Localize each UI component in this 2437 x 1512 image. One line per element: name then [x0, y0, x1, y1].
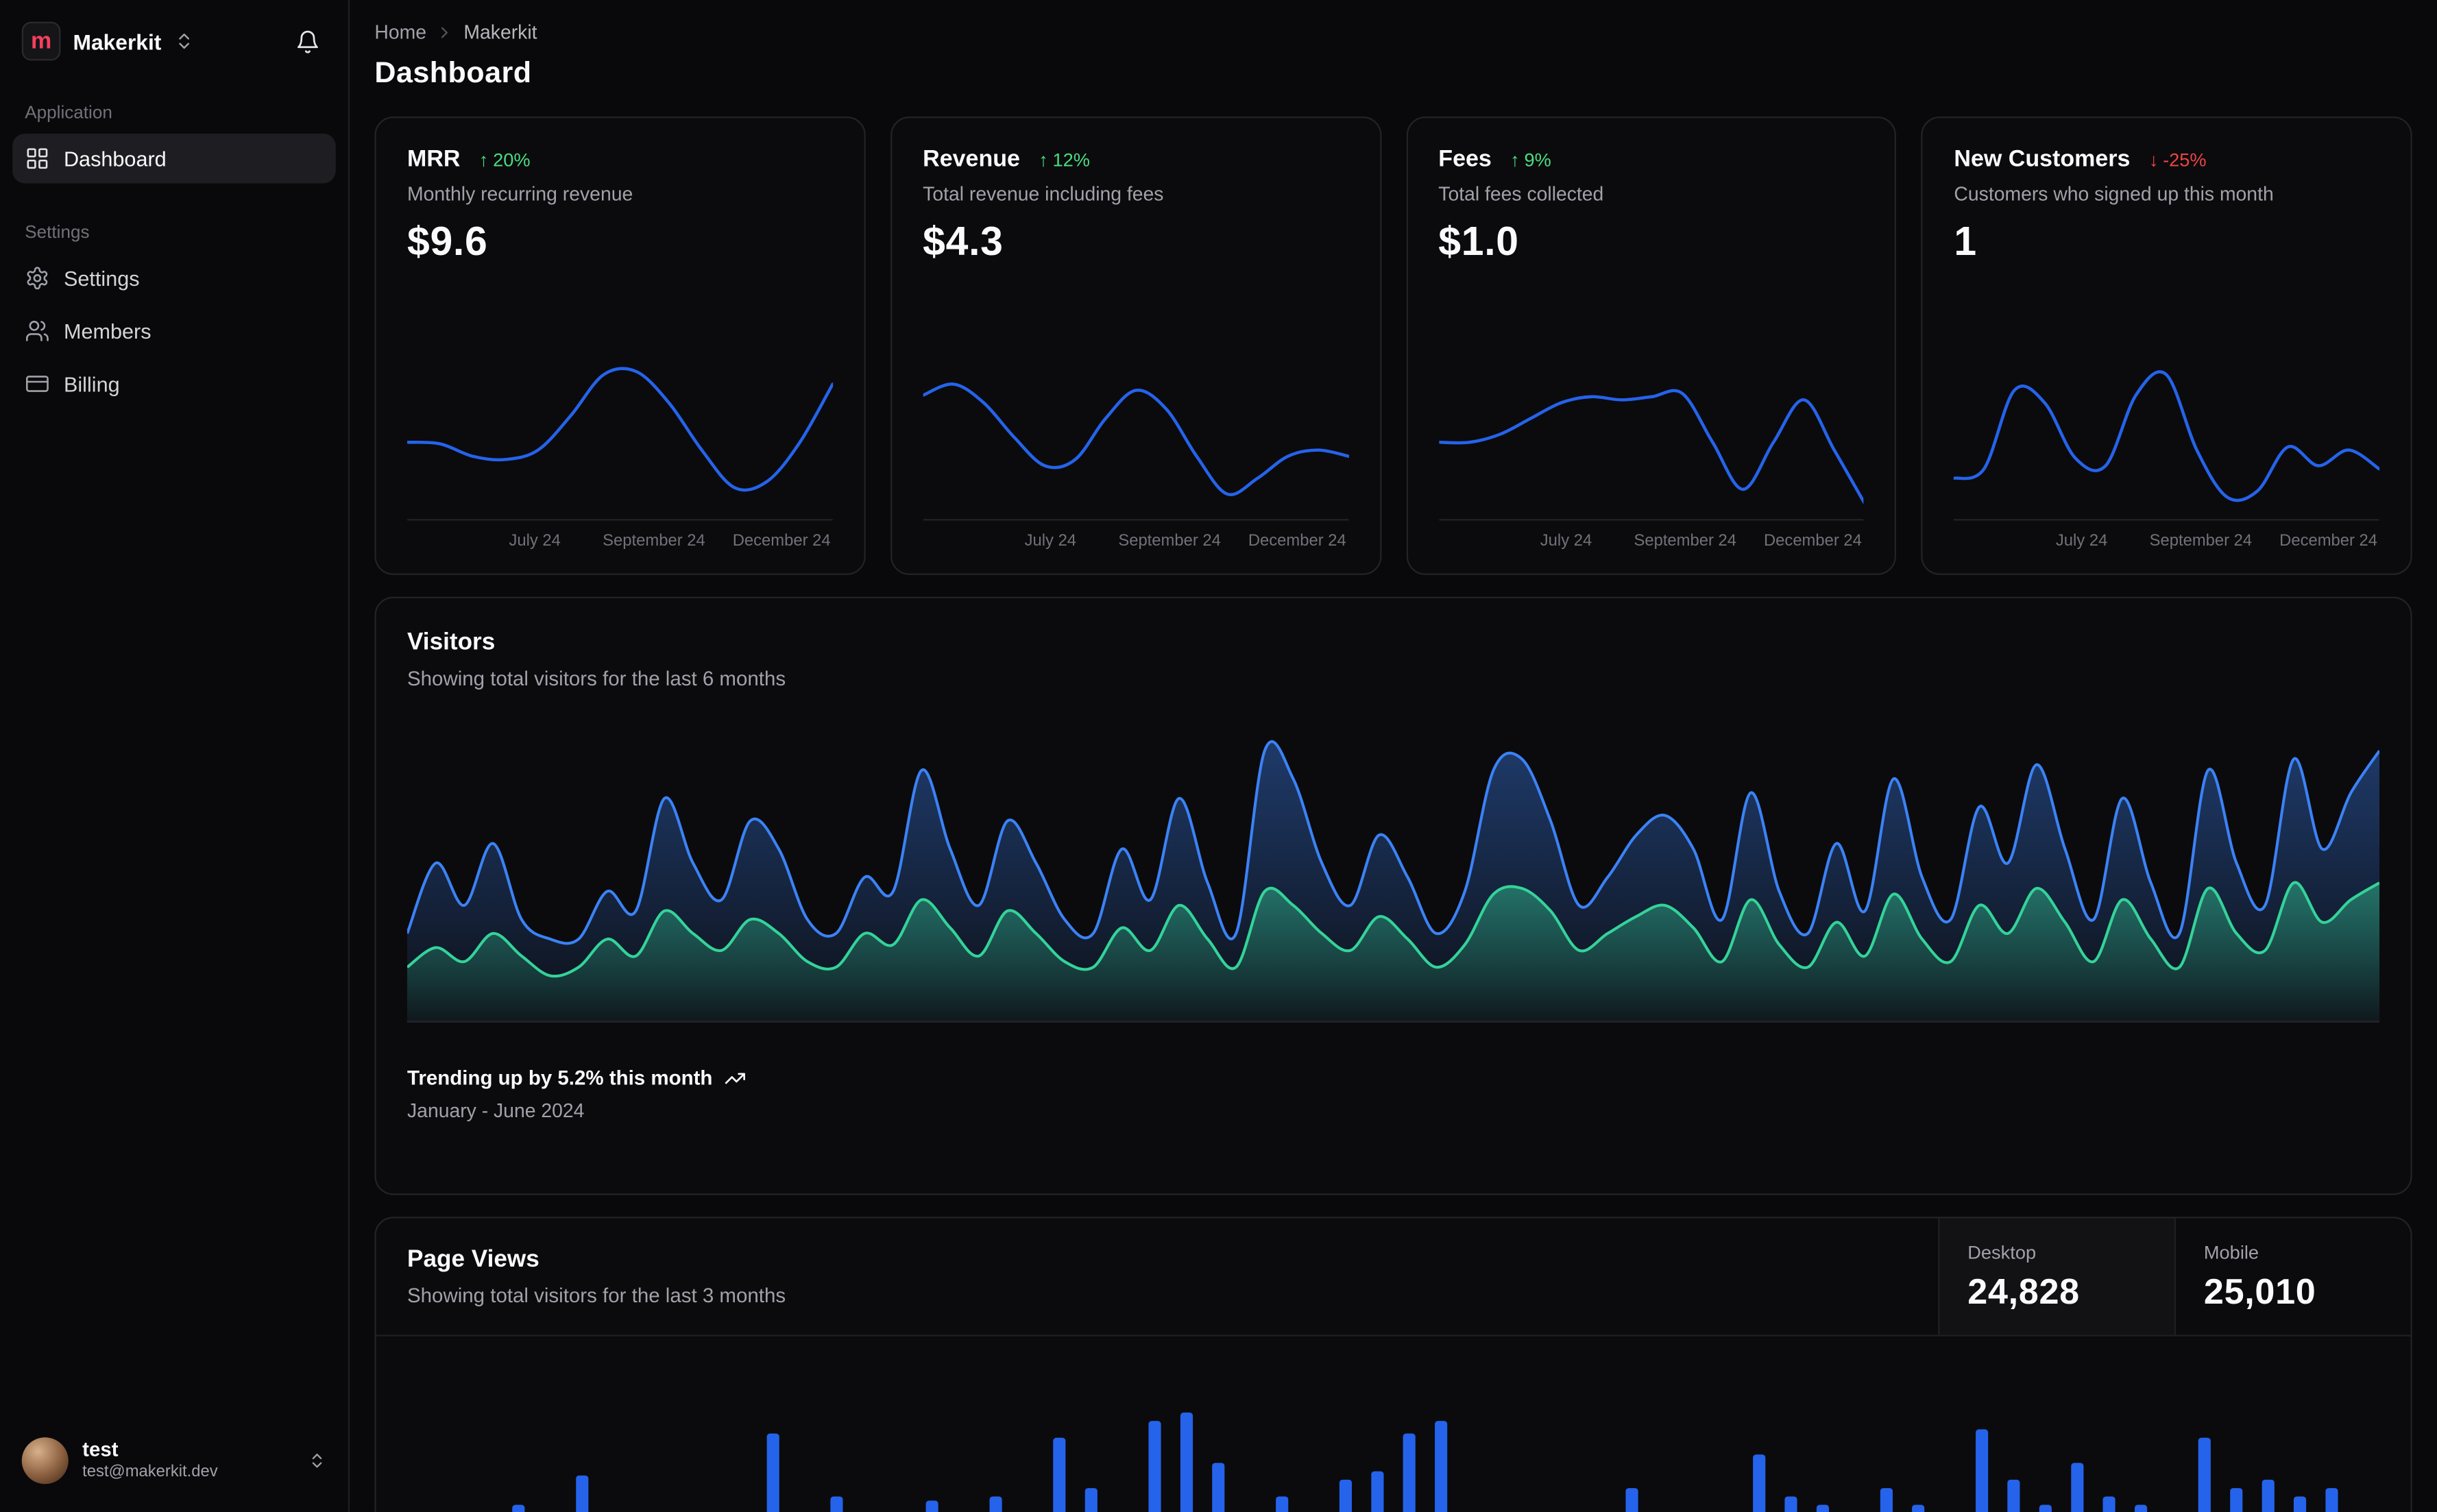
sidebar-item-label: Dashboard	[63, 147, 167, 171]
page-views-title: Page Views	[407, 1246, 539, 1273]
page-views-card: Page Views Showing total visitors for th…	[374, 1217, 2412, 1512]
chevrons-up-down-icon	[308, 1452, 326, 1470]
stat-value: $4.3	[923, 217, 1004, 265]
chart-x-axis: July 24 September 24 December 24	[2055, 531, 2378, 550]
stat-card-new-customers: New Customers ↓ -25% Customers who signe…	[1921, 117, 2412, 575]
main-content: Home Makerkit Dashboard MRR ↑ 20% Monthl…	[350, 0, 2437, 1512]
sidebar-item-billing[interactable]: Billing	[12, 359, 336, 409]
sidebar-item-label: Members	[63, 319, 151, 343]
mobile-stat-toggle[interactable]: Mobile 25,010	[2174, 1218, 2411, 1335]
mrr-sparkline-chart	[407, 347, 833, 521]
user-menu[interactable]: test test@makerkit.dev	[12, 1428, 336, 1493]
chevron-right-icon	[436, 23, 454, 42]
desktop-stat-toggle[interactable]: Desktop 24,828	[1938, 1218, 2174, 1335]
visitors-trend: Trending up by 5.2% this month	[407, 1066, 2379, 1089]
section-label-application: Application	[25, 103, 112, 123]
visitors-title: Visitors	[407, 629, 496, 656]
page-views-bar-chart	[407, 1355, 2379, 1512]
breadcrumb: Home Makerkit	[374, 22, 2412, 44]
desktop-value: 24,828	[1967, 1270, 2080, 1311]
credit-card-icon	[26, 376, 49, 392]
new-customers-sparkline-chart	[1954, 347, 2380, 521]
stat-subtitle: Monthly recurring revenue	[407, 183, 633, 206]
chart-x-axis: July 24 September 24 December 24	[1540, 531, 1862, 550]
desktop-label: Desktop	[1967, 1241, 2037, 1263]
visitors-card: Visitors Showing total visitors for the …	[374, 596, 2412, 1195]
user-email: test@makerkit.dev	[82, 1462, 218, 1481]
stat-card-mrr: MRR ↑ 20% Monthly recurring revenue $9.6…	[374, 117, 866, 575]
page-title: Dashboard	[374, 57, 532, 90]
stat-subtitle: Total revenue including fees	[923, 183, 1164, 206]
stat-card-revenue: Revenue ↑ 12% Total revenue including fe…	[890, 117, 1381, 575]
sidebar: m Makerkit Application Dashboard Setting…	[0, 0, 350, 1512]
stat-title: MRR	[407, 146, 461, 173]
stat-delta-value: 12%	[1052, 148, 1091, 171]
users-icon	[26, 321, 49, 341]
sidebar-item-label: Billing	[63, 371, 120, 396]
chevrons-up-down-icon	[174, 31, 194, 51]
stat-subtitle: Total fees collected	[1438, 183, 1604, 206]
visitors-period: January - June 2024	[407, 1100, 585, 1122]
stat-title: Fees	[1438, 146, 1492, 173]
stat-value: $1.0	[1438, 217, 1519, 265]
notifications-bell-icon[interactable]	[289, 23, 326, 60]
chart-x-axis: July 24 September 24 December 24	[1024, 531, 1346, 550]
stat-title: New Customers	[1954, 146, 2131, 173]
stat-value: 1	[1954, 217, 1977, 265]
stat-title: Revenue	[923, 146, 1020, 173]
fees-sparkline-chart	[1438, 347, 1864, 521]
workspace-name: Makerkit	[73, 28, 162, 54]
workspace-selector[interactable]: m Makerkit	[12, 16, 336, 67]
stat-delta-value: 20%	[493, 148, 531, 171]
avatar	[21, 1437, 69, 1485]
user-name: test	[82, 1438, 119, 1462]
mobile-label: Mobile	[2203, 1241, 2259, 1263]
trending-up-icon	[725, 1072, 746, 1084]
visitors-area-chart	[407, 727, 2380, 1023]
stat-card-fees: Fees ↑ 9% Total fees collected $1.0 July…	[1405, 117, 1897, 575]
stat-delta-badge: ↓ -25%	[2149, 149, 2207, 171]
stat-delta-badge: ↑ 9%	[1510, 149, 1551, 171]
page-views-header: Page Views Showing total visitors for th…	[376, 1218, 2411, 1337]
page-views-subtitle: Showing total visitors for the last 3 mo…	[407, 1283, 786, 1307]
sidebar-item-members[interactable]: Members	[12, 306, 336, 356]
stat-cards-row: MRR ↑ 20% Monthly recurring revenue $9.6…	[374, 117, 2412, 575]
gear-icon	[27, 267, 48, 290]
stat-delta-badge: ↑ 20%	[479, 149, 531, 171]
makerkit-logo: m	[21, 21, 61, 61]
stat-delta-value: -25%	[2163, 148, 2207, 171]
breadcrumb-current: Makerkit	[463, 21, 537, 44]
user-meta: test test@makerkit.dev	[82, 1438, 217, 1483]
section-label-settings: Settings	[25, 223, 90, 243]
sidebar-item-dashboard[interactable]: Dashboard	[12, 133, 336, 184]
arrow-up-icon: ↑	[1039, 148, 1048, 171]
visitors-subtitle: Showing total visitors for the last 6 mo…	[407, 666, 786, 690]
stat-subtitle: Customers who signed up this month	[1954, 183, 2274, 206]
stat-delta-badge: ↑ 12%	[1039, 149, 1090, 171]
page-views-titles: Page Views Showing total visitors for th…	[376, 1218, 1939, 1334]
arrow-down-icon: ↓	[2148, 148, 2159, 171]
dashboard-grid-icon	[27, 148, 48, 169]
chart-x-axis: July 24 September 24 December 24	[509, 531, 831, 550]
arrow-up-icon: ↑	[478, 148, 489, 171]
mobile-value: 25,010	[2203, 1270, 2316, 1311]
sidebar-item-settings[interactable]: Settings	[12, 254, 336, 304]
app-root: m Makerkit Application Dashboard Setting…	[0, 0, 2437, 1512]
breadcrumb-home-link[interactable]: Home	[374, 22, 426, 44]
stat-value: $9.6	[407, 217, 488, 265]
arrow-up-icon: ↑	[1510, 148, 1520, 171]
sidebar-item-label: Settings	[63, 266, 140, 290]
stat-delta-value: 9%	[1524, 148, 1551, 171]
visitors-trend-text: Trending up by 5.2% this month	[407, 1066, 713, 1090]
revenue-sparkline-chart	[923, 347, 1348, 521]
